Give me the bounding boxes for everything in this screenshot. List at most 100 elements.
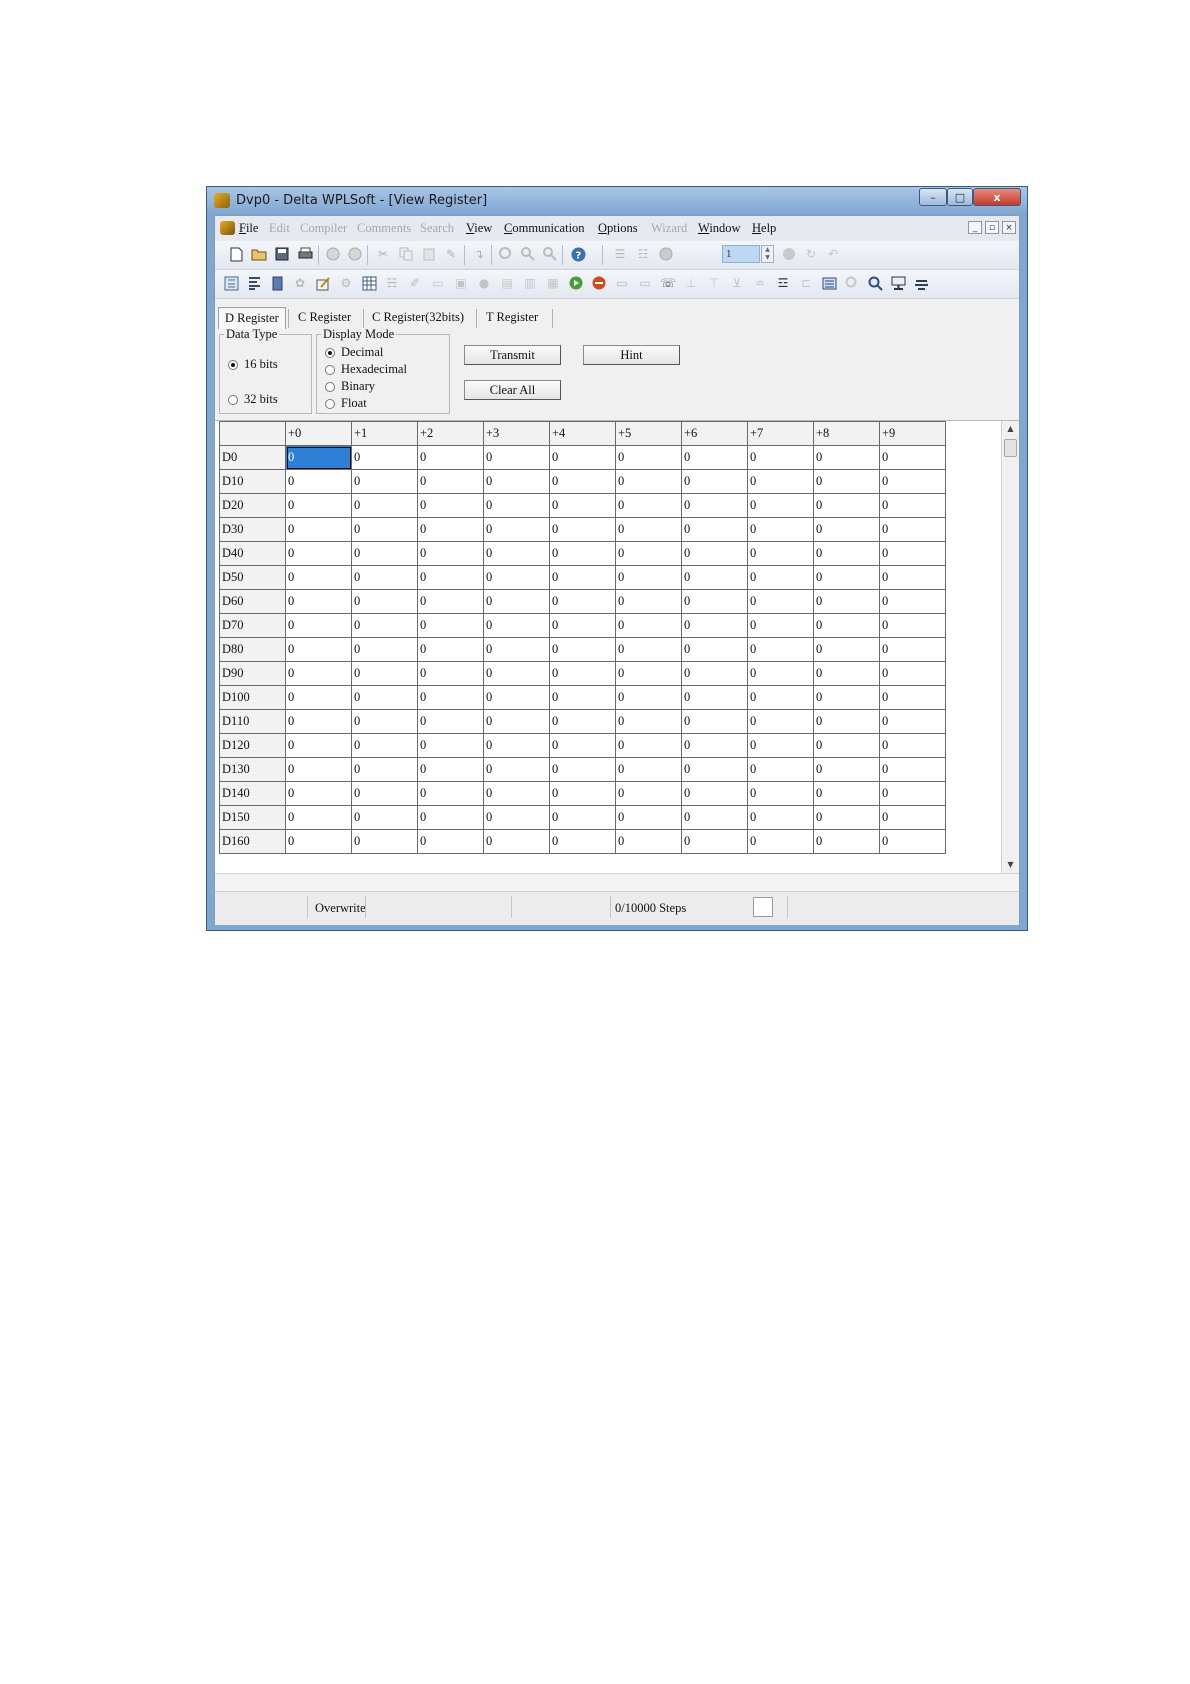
register-cell[interactable]: 0 — [747, 493, 814, 518]
register-cell[interactable]: 0 — [615, 493, 682, 518]
register-cell[interactable]: 0 — [681, 661, 748, 686]
column-header-1[interactable]: +1 — [351, 421, 418, 446]
register-cell[interactable]: 0 — [813, 781, 880, 806]
register-cell[interactable]: 0 — [813, 757, 880, 782]
register-cell[interactable]: 0 — [417, 493, 484, 518]
register-cell[interactable]: 0 — [549, 637, 616, 662]
register-cell[interactable]: 0 — [417, 589, 484, 614]
register-cell[interactable]: 0 — [747, 469, 814, 494]
register-cell[interactable]: 0 — [483, 541, 550, 566]
register-cell[interactable]: 0 — [681, 733, 748, 758]
register-cell[interactable]: 0 — [417, 565, 484, 590]
register-cell[interactable]: 0 — [615, 565, 682, 590]
register-cell[interactable]: 0 — [813, 565, 880, 590]
register-cell[interactable]: 0 — [285, 541, 352, 566]
mdi-close-button[interactable]: × — [1002, 221, 1016, 234]
transmit-button[interactable]: Transmit — [464, 345, 561, 365]
register-cell[interactable]: 0 — [813, 445, 880, 470]
register-cell[interactable]: 0 — [483, 565, 550, 590]
register-cell[interactable]: 0 — [483, 781, 550, 806]
register-cell[interactable]: 0 — [813, 733, 880, 758]
register-cell[interactable]: 0 — [351, 541, 418, 566]
step-spinner[interactable]: ▲ ▼ — [761, 245, 774, 263]
run-icon[interactable] — [568, 275, 584, 291]
register-cell[interactable]: 0 — [681, 709, 748, 734]
menu-window[interactable]: Window — [698, 221, 741, 236]
vertical-scrollbar[interactable]: ▲ ▼ — [1001, 421, 1019, 873]
register-cell[interactable]: 0 — [351, 805, 418, 830]
register-cell[interactable]: 0 — [879, 613, 946, 638]
register-cell[interactable]: 0 — [879, 829, 946, 854]
register-cell[interactable]: 0 — [747, 517, 814, 542]
register-cell[interactable]: 0 — [549, 805, 616, 830]
register-cell[interactable]: 0 — [285, 517, 352, 542]
minimize-button[interactable]: – — [919, 188, 947, 206]
register-cell[interactable]: 0 — [747, 685, 814, 710]
register-cell[interactable]: 0 — [615, 541, 682, 566]
register-cell[interactable]: 0 — [417, 613, 484, 638]
register-cell[interactable]: 0 — [879, 661, 946, 686]
register-cell[interactable]: 0 — [417, 733, 484, 758]
register-cell[interactable]: 0 — [549, 469, 616, 494]
register-cell[interactable]: 0 — [681, 445, 748, 470]
register-cell[interactable]: 0 — [549, 661, 616, 686]
register-cell[interactable]: 0 — [483, 493, 550, 518]
row-header[interactable]: D80 — [219, 637, 286, 662]
register-cell[interactable]: 0 — [351, 709, 418, 734]
register-cell[interactable]: 0 — [813, 469, 880, 494]
register-cell[interactable]: 0 — [417, 709, 484, 734]
register-cell[interactable]: 0 — [351, 517, 418, 542]
refresh-icon[interactable]: ↻ — [803, 246, 819, 262]
row-header[interactable]: D90 — [219, 661, 286, 686]
register-cell[interactable]: 0 — [483, 445, 550, 470]
register-cell[interactable]: 0 — [813, 613, 880, 638]
contact-c-icon[interactable]: ⊻ — [729, 275, 745, 291]
register-cell[interactable]: 0 — [351, 565, 418, 590]
register-cell[interactable]: 0 — [351, 637, 418, 662]
register-cell[interactable]: 0 — [285, 589, 352, 614]
register-cell[interactable]: 0 — [615, 709, 682, 734]
register-cell[interactable]: 0 — [351, 781, 418, 806]
register-cell[interactable]: 0 — [417, 469, 484, 494]
row-header[interactable]: D160 — [219, 829, 286, 854]
register-cell[interactable]: 0 — [351, 589, 418, 614]
register-cell[interactable]: 0 — [285, 613, 352, 638]
register-cell[interactable]: 0 — [879, 709, 946, 734]
register-cell[interactable]: 0 — [813, 541, 880, 566]
register-cell[interactable]: 0 — [615, 469, 682, 494]
menu-edit[interactable]: Edit — [269, 221, 290, 236]
register-cell[interactable]: 0 — [417, 445, 484, 470]
download-icon[interactable]: ▭ — [637, 275, 653, 291]
register-cell[interactable]: 0 — [285, 685, 352, 710]
register-cell[interactable]: 0 — [615, 805, 682, 830]
register-cell[interactable]: 0 — [879, 517, 946, 542]
register-cell[interactable]: 0 — [879, 733, 946, 758]
register-cell[interactable]: 0 — [483, 637, 550, 662]
register-cell[interactable]: 0 — [615, 733, 682, 758]
register-cell[interactable]: 0 — [351, 757, 418, 782]
register-cell[interactable]: 0 — [549, 829, 616, 854]
new-file-icon[interactable] — [228, 246, 244, 262]
register-cell[interactable]: 0 — [483, 805, 550, 830]
device-table-icon[interactable] — [361, 275, 377, 291]
step-icon[interactable] — [658, 246, 674, 262]
register-cell[interactable]: 0 — [417, 805, 484, 830]
register-cell[interactable]: 0 — [747, 589, 814, 614]
copy-icon[interactable] — [398, 246, 414, 262]
contact-a-icon[interactable]: ⊥ — [683, 275, 699, 291]
column-header-7[interactable]: +7 — [747, 421, 814, 446]
register-cell[interactable]: 0 — [747, 637, 814, 662]
row-header[interactable]: D120 — [219, 733, 286, 758]
insert-line-icon[interactable]: ☰ — [612, 246, 628, 262]
cut-icon[interactable]: ✂ — [375, 246, 391, 262]
row-header[interactable]: D100 — [219, 685, 286, 710]
radio-hexadecimal[interactable]: Hexadecimal — [325, 362, 407, 377]
register-cell[interactable]: 0 — [285, 565, 352, 590]
register-cell[interactable]: 0 — [417, 757, 484, 782]
register-cell[interactable]: 0 — [615, 589, 682, 614]
register-cell[interactable]: 0 — [747, 709, 814, 734]
page-icon[interactable]: ▤ — [499, 275, 515, 291]
register-cell[interactable]: 0 — [351, 493, 418, 518]
menu-communication[interactable]: Communication — [504, 221, 585, 236]
column-header-2[interactable]: +2 — [417, 421, 484, 446]
